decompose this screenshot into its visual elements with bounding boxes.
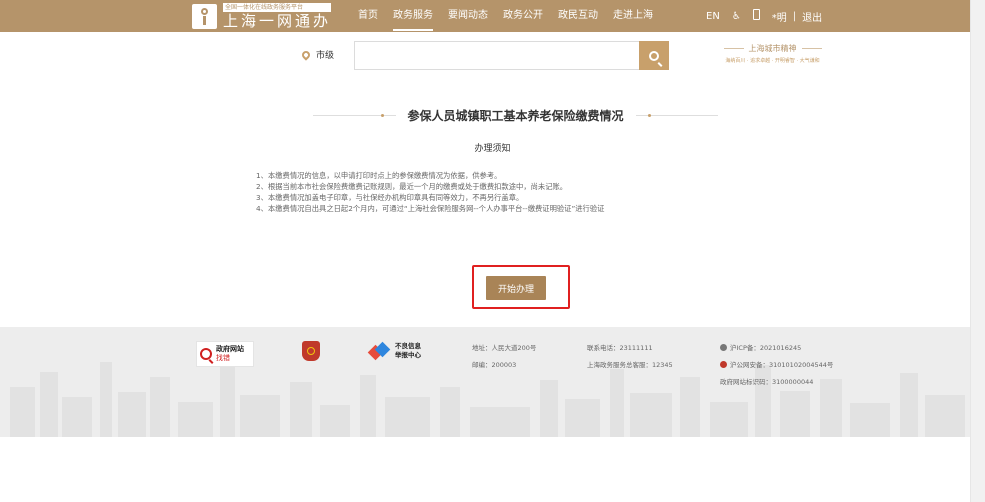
page-scrollbar[interactable] bbox=[970, 0, 985, 502]
police-record-link[interactable]: 沪公网安备：31010102004544号 bbox=[720, 357, 833, 374]
top-header: 全国一体化在线政务服务平台 上海一网通办 首页 政务服务 要闻动态 政务公开 政… bbox=[0, 0, 970, 32]
icp-link[interactable]: 沪ICP备：2021016245 bbox=[720, 340, 833, 357]
page-title: 参保人员城镇职工基本养老保险缴费情况 bbox=[407, 108, 624, 123]
nav-interaction[interactable]: 政民互动 bbox=[558, 0, 598, 32]
city-spirit-title: 上海城市精神 bbox=[748, 44, 797, 53]
notice-item: 4、本缴费情况自出具之日起2个月内，可通过“上海社会保险服务网--个人办事平台-… bbox=[256, 204, 605, 213]
logo-icon bbox=[192, 4, 217, 29]
site-logo[interactable]: 全国一体化在线政务服务平台 上海一网通办 bbox=[192, 3, 332, 30]
title-divider-left bbox=[313, 113, 396, 117]
police-badge-icon bbox=[720, 361, 727, 368]
city-spirit-banner: 上海城市精神 海纳百川 · 追求卓越 · 开明睿智 · 大气谦和 bbox=[700, 43, 845, 64]
site-id: 政府网站标识码：3100000044 bbox=[720, 378, 814, 386]
gov-site-label: 政府网站 bbox=[216, 345, 244, 353]
location-selector[interactable]: 市级 bbox=[300, 48, 335, 61]
search-input[interactable] bbox=[354, 41, 642, 70]
report-center-icon bbox=[370, 343, 387, 360]
header-divider: | bbox=[792, 10, 797, 22]
location-label: 市级 bbox=[316, 51, 335, 61]
icp-icon bbox=[720, 344, 727, 351]
page: 全国一体化在线政务服务平台 上海一网通办 首页 政务服务 要闻动态 政务公开 政… bbox=[0, 0, 985, 502]
header-tools: EN ♿ *明 | 退出 bbox=[706, 0, 834, 32]
accessibility-icon[interactable]: ♿ bbox=[732, 11, 741, 22]
police-record-text: 沪公网安备：31010102004544号 bbox=[730, 361, 834, 369]
party-gov-emblem-icon[interactable] bbox=[302, 341, 320, 361]
nav-news[interactable]: 要闻动态 bbox=[448, 0, 488, 32]
search-icon bbox=[649, 50, 659, 61]
start-button[interactable]: 开始办理 bbox=[486, 276, 546, 300]
notice-list: 1、本缴费情况的信息，以申请打印时点上的参保缴费情况为依据，供参考。 2、根据当… bbox=[256, 170, 604, 214]
location-pin-icon bbox=[300, 48, 312, 61]
city-spirit-subtitle: 海纳百川 · 追求卓越 · 开明睿智 · 大气谦和 bbox=[725, 58, 820, 64]
logout-link[interactable]: 退出 bbox=[802, 9, 822, 24]
language-switch[interactable]: EN bbox=[706, 11, 720, 22]
logo-title: 上海一网通办 bbox=[223, 12, 332, 30]
search-button[interactable] bbox=[639, 41, 669, 70]
footer-postcode: 邮编：200003 bbox=[472, 361, 517, 369]
footer-registration-column: 沪ICP备：2021016245 沪公网安备：31010102004544号 政… bbox=[720, 340, 833, 391]
report-label-1: 不良信息 bbox=[395, 342, 421, 350]
gov-site-sublabel: 找错 bbox=[216, 354, 230, 362]
footer-address-column: 地址：人民大道200号 邮编：200003 bbox=[472, 340, 536, 374]
illegal-info-report-logo[interactable]: 不良信息 举报中心 bbox=[370, 342, 421, 360]
footer-phone: 联系电话：23111111 bbox=[587, 344, 653, 352]
notice-item: 3、本缴费情况加盖电子印章，与社保经办机构印章具有同等效力，不再另行盖章。 bbox=[256, 193, 524, 202]
mobile-icon[interactable] bbox=[752, 9, 760, 23]
notice-item: 2、根据当前本市社会保险费缴费记账规则，最近一个月的缴费或处于缴费扣款途中，尚未… bbox=[256, 182, 568, 191]
nav-home[interactable]: 首页 bbox=[358, 0, 378, 32]
footer-address: 地址：人民大道200号 bbox=[472, 344, 537, 352]
gov-site-error-report-logo[interactable]: 政府网站 找错 bbox=[196, 341, 254, 367]
title-divider-right bbox=[635, 113, 719, 117]
report-label-2: 举报中心 bbox=[395, 351, 421, 359]
footer-contact-column: 联系电话：23111111 上海政务服务总客服：12345 bbox=[587, 340, 673, 374]
logo-subtitle: 全国一体化在线政务服务平台 bbox=[223, 3, 332, 12]
footer: 政府网站 找错 不良信息 举报中心 地址：人民大道200号 邮编：200003 … bbox=[0, 327, 970, 437]
nav-gov-openness[interactable]: 政务公开 bbox=[503, 0, 543, 32]
magnifier-icon bbox=[200, 348, 212, 360]
user-name[interactable]: *明 bbox=[772, 9, 787, 24]
notice-heading: 办理须知 bbox=[474, 144, 511, 154]
nav-gov-services[interactable]: 政务服务 bbox=[393, 0, 433, 32]
nav-about-shanghai[interactable]: 走进上海 bbox=[613, 0, 653, 32]
icp-text: 沪ICP备：2021016245 bbox=[730, 344, 802, 352]
main-nav: 首页 政务服务 要闻动态 政务公开 政民互动 走进上海 bbox=[358, 0, 668, 32]
page-title-row: 参保人员城镇职工基本养老保险缴费情况 bbox=[313, 106, 719, 124]
notice-item: 1、本缴费情况的信息，以申请打印时点上的参保缴费情况为依据，供参考。 bbox=[256, 171, 502, 180]
footer-hotline: 上海政务服务总客服：12345 bbox=[587, 361, 673, 369]
